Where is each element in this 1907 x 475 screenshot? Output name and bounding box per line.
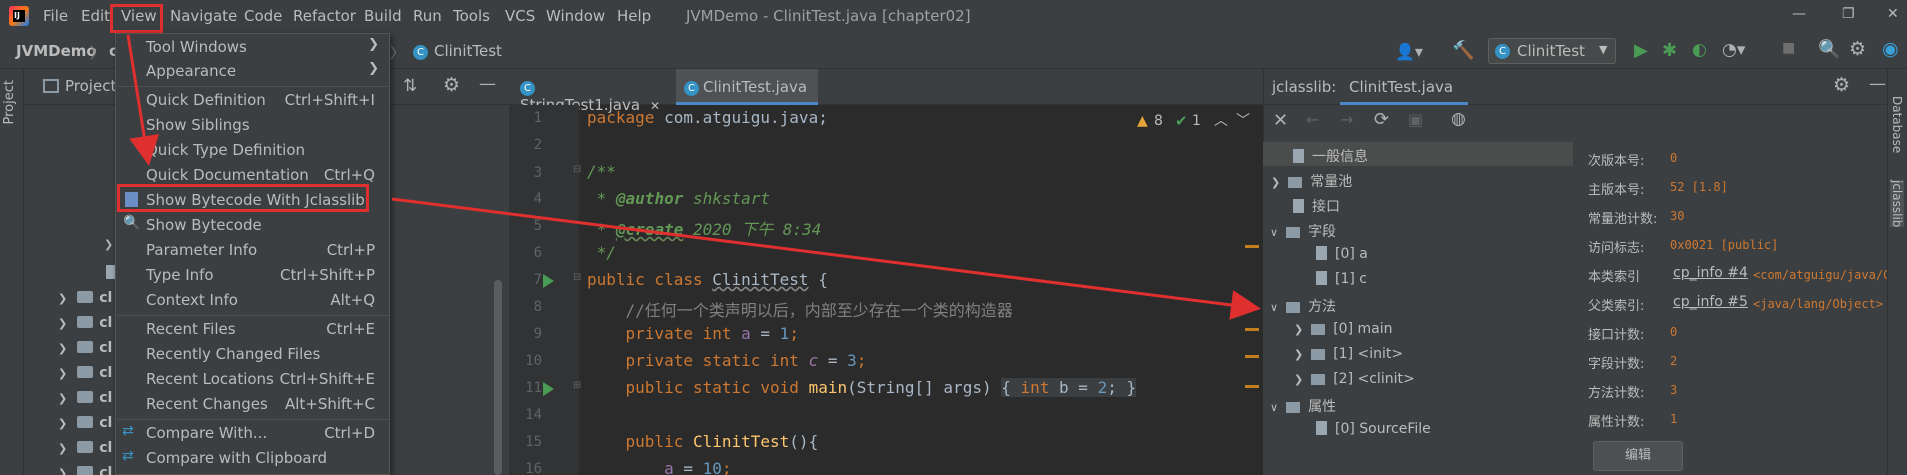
annotation-arrows <box>126 34 1261 320</box>
arrow-menu-item-to-panel <box>391 197 1261 320</box>
arrow-view-to-menu-item <box>126 34 160 166</box>
